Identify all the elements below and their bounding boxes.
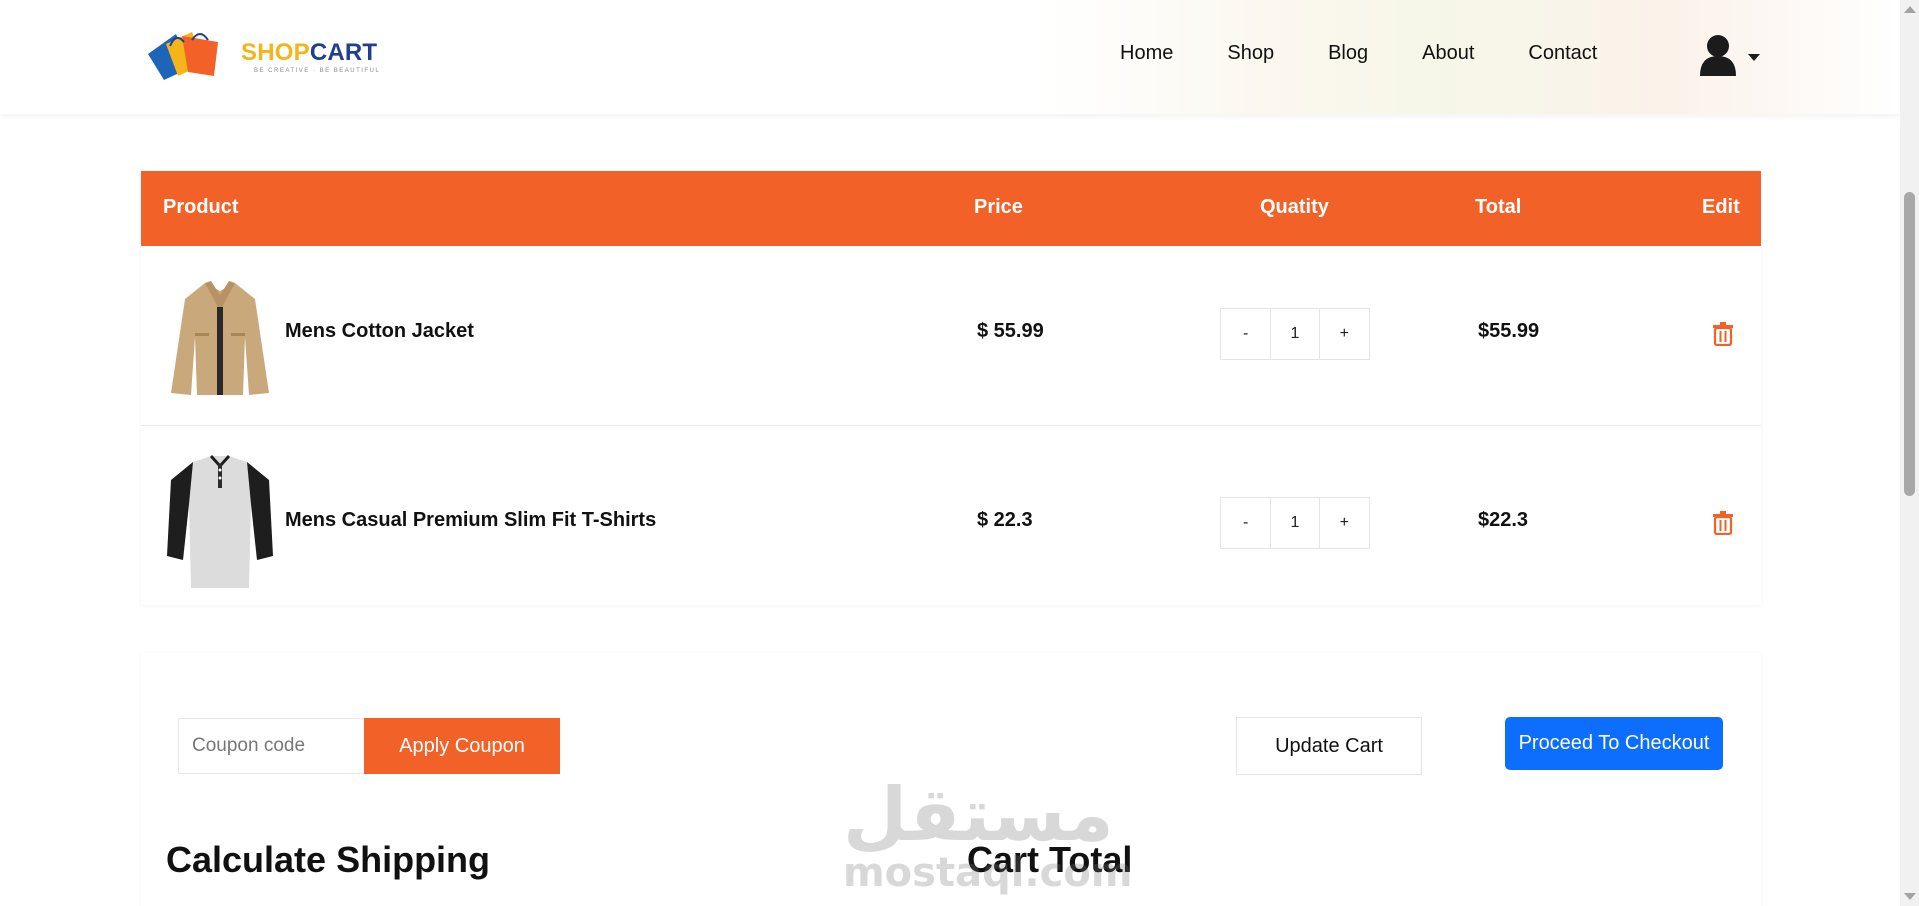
- nav-contact[interactable]: Contact: [1528, 42, 1597, 65]
- update-cart-button[interactable]: Update Cart: [1236, 717, 1422, 775]
- quantity-decrease-button[interactable]: -: [1221, 498, 1270, 548]
- product-total: $55.99: [1478, 320, 1540, 342]
- table-header: Product Price Quatity Total Edit: [141, 171, 1761, 246]
- brand-name-cart: CART: [309, 39, 378, 66]
- nav-shop[interactable]: Shop: [1227, 42, 1274, 65]
- product-image-jacket: [171, 281, 269, 395]
- quantity-stepper: - 1 +: [1220, 308, 1370, 360]
- main-nav: Home Shop Blog About Contact: [1120, 42, 1651, 65]
- header-product: Product: [163, 196, 239, 218]
- viewport: SHOPCART BE CREATIVE · BE BEAUTIFUL Home…: [0, 0, 1919, 906]
- quantity-decrease-button[interactable]: -: [1221, 309, 1270, 359]
- brand-name-shop: SHOP: [241, 39, 310, 66]
- product-image-tshirt: [167, 454, 273, 588]
- scroll-thumb[interactable]: [1904, 192, 1915, 496]
- site-header: SHOPCART BE CREATIVE · BE BEAUTIFUL Home…: [0, 0, 1900, 114]
- header-quantity: Quatity: [1260, 196, 1329, 218]
- chevron-down-icon: [1748, 54, 1760, 61]
- scroll-down-icon[interactable]: [1904, 893, 1916, 900]
- quantity-stepper: - 1 +: [1220, 497, 1370, 549]
- user-icon: [1700, 35, 1760, 76]
- trash-icon[interactable]: [1712, 511, 1734, 535]
- header-edit: Edit: [1702, 196, 1740, 218]
- shipping-title: Calculate Shipping: [166, 839, 491, 880]
- table-row: Mens Casual Premium Slim Fit T-Shirts $ …: [141, 426, 1761, 605]
- apply-coupon-button[interactable]: Apply Coupon: [364, 718, 560, 774]
- shopping-bags-icon: [148, 32, 218, 80]
- brand-logo[interactable]: SHOPCART BE CREATIVE · BE BEAUTIFUL: [146, 28, 396, 86]
- cart-actions: Apply Coupon Update Cart Proceed To Chec…: [141, 653, 1761, 906]
- quantity-value[interactable]: 1: [1270, 498, 1320, 548]
- quantity-increase-button[interactable]: +: [1320, 309, 1369, 359]
- brand-name: SHOPCART: [241, 39, 377, 67]
- nav-blog[interactable]: Blog: [1328, 42, 1368, 65]
- quantity-value[interactable]: 1: [1270, 309, 1320, 359]
- trash-icon[interactable]: [1712, 322, 1734, 346]
- user-menu[interactable]: [1696, 32, 1766, 82]
- product-price: $ 22.3: [977, 509, 1033, 531]
- product-price: $ 55.99: [977, 320, 1044, 342]
- scroll-up-icon[interactable]: [1904, 6, 1916, 13]
- table-row: Mens Cotton Jacket $ 55.99 - 1 + $55.99: [141, 246, 1761, 426]
- checkout-button[interactable]: Proceed To Checkout: [1505, 717, 1723, 770]
- header-total: Total: [1475, 196, 1522, 218]
- nav-about[interactable]: About: [1422, 42, 1474, 65]
- header-price: Price: [974, 196, 1023, 218]
- cart-table: Product Price Quatity Total Edit Mens Co…: [141, 171, 1761, 605]
- product-name[interactable]: Mens Cotton Jacket: [285, 320, 474, 343]
- cart-total-title: Cart Total: [967, 839, 1133, 880]
- vertical-scrollbar[interactable]: [1900, 0, 1919, 906]
- brand-tagline: BE CREATIVE · BE BEAUTIFUL: [254, 68, 381, 74]
- quantity-increase-button[interactable]: +: [1320, 498, 1369, 548]
- coupon-input[interactable]: [178, 718, 364, 774]
- nav-home[interactable]: Home: [1120, 42, 1173, 65]
- product-name[interactable]: Mens Casual Premium Slim Fit T-Shirts: [285, 509, 656, 532]
- product-total: $22.3: [1478, 509, 1529, 531]
